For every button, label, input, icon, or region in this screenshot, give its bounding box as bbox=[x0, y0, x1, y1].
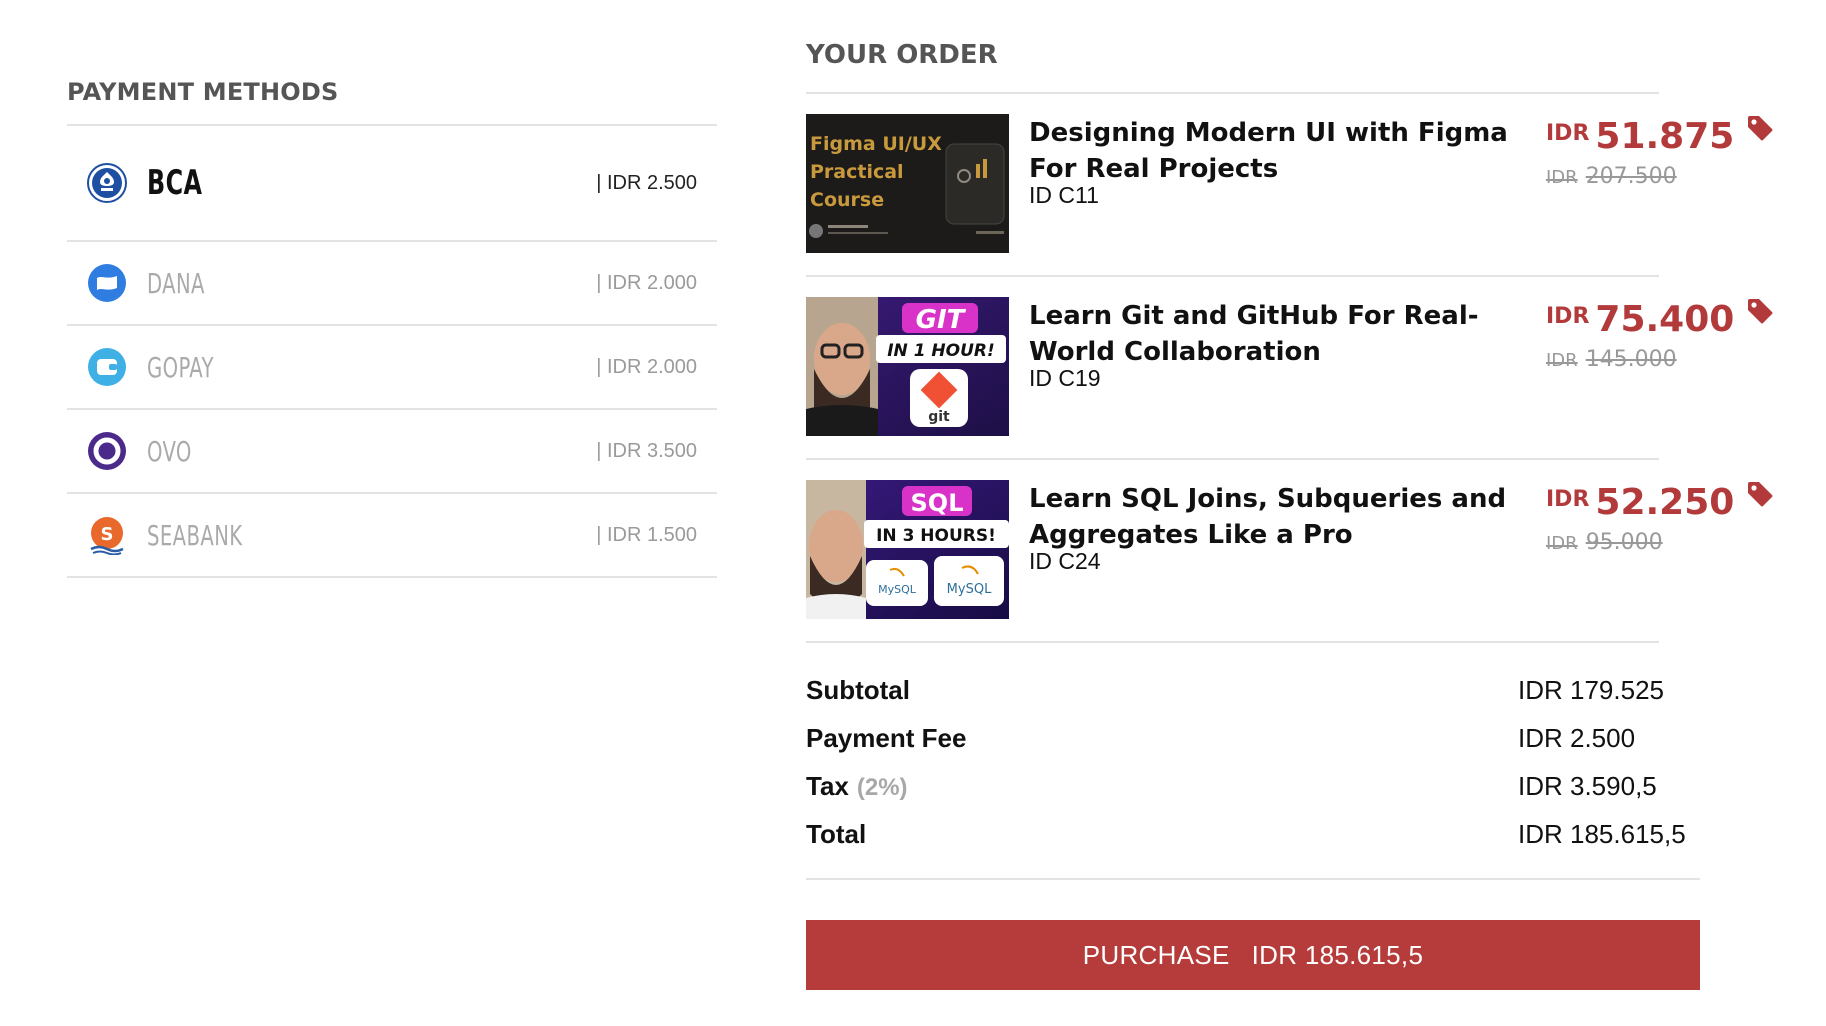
divider bbox=[806, 641, 1659, 643]
order-item: SQL IN 3 HOURS! MySQL MySQL Learn SQL Jo… bbox=[806, 460, 1773, 641]
payment-methods-list: BCA | IDR 2.500 DANA | IDR 2.000 GOPAY |… bbox=[67, 124, 717, 578]
price-currency: IDR bbox=[1546, 121, 1590, 146]
payment-method-fee: | IDR 2.000 bbox=[596, 355, 697, 378]
tax-label: Tax bbox=[806, 771, 849, 801]
order-title: YOUR ORDER bbox=[806, 40, 998, 70]
payment-methods-title: PAYMENT METHODS bbox=[67, 78, 339, 106]
course-thumbnail: SQL IN 3 HOURS! MySQL MySQL bbox=[806, 480, 1009, 619]
thumb-text: IN 3 HOURS! bbox=[876, 526, 996, 546]
course-title: Designing Modern UI with Figma For Real … bbox=[1029, 118, 1508, 184]
tax-value: IDR 3.590,5 bbox=[1518, 771, 1657, 801]
price-currency: IDR bbox=[1546, 304, 1590, 329]
payment-method-ovo[interactable]: OVO | IDR 3.500 bbox=[67, 410, 717, 494]
course-id: ID C19 bbox=[1029, 365, 1101, 391]
tax-label-group: Tax (2%) bbox=[806, 771, 908, 802]
thumb-text: GIT bbox=[916, 305, 967, 335]
price-currency: IDR bbox=[1546, 487, 1590, 512]
subtotal-label: Subtotal bbox=[806, 675, 910, 705]
course-title: Learn Git and GitHub For Real-World Coll… bbox=[1029, 301, 1479, 367]
course-id: ID C24 bbox=[1029, 548, 1101, 574]
summary-row-tax: Tax (2%) IDR 3.590,5 bbox=[806, 763, 1700, 811]
bca-logo-icon bbox=[87, 163, 127, 203]
payment-method-name: SEABANK bbox=[147, 518, 243, 552]
summary-row-total: Total IDR 185.615,5 bbox=[806, 811, 1700, 859]
payment-method-fee: | IDR 2.500 bbox=[596, 171, 697, 194]
course-thumbnail: Figma UI/UX Practical Course bbox=[806, 114, 1009, 253]
old-price-currency: IDR bbox=[1546, 350, 1578, 371]
payment-method-name: DANA bbox=[147, 266, 205, 300]
order-panel: YOUR ORDER Figma UI/UX Practical Course … bbox=[806, 40, 1773, 990]
svg-text:S: S bbox=[101, 524, 114, 545]
thumb-text: IN 1 HOUR! bbox=[887, 341, 995, 361]
course-original-price: IDR 145.000 bbox=[1546, 347, 1677, 372]
payment-method-gopay[interactable]: GOPAY | IDR 2.000 bbox=[67, 326, 717, 410]
course-original-price: IDR 95.000 bbox=[1546, 530, 1663, 555]
thumb-text: SQL bbox=[911, 489, 964, 517]
seabank-logo-icon: S bbox=[87, 515, 127, 555]
old-price-value: 145.000 bbox=[1585, 347, 1677, 372]
payment-method-bca[interactable]: BCA | IDR 2.500 bbox=[67, 126, 717, 242]
summary-row-payment-fee: Payment Fee IDR 2.500 bbox=[806, 715, 1700, 763]
total-label: Total bbox=[806, 819, 867, 849]
old-price-value: 207.500 bbox=[1585, 164, 1677, 189]
thumb-text: MySQL bbox=[878, 583, 917, 596]
payment-method-fee: | IDR 3.500 bbox=[596, 439, 697, 462]
purchase-label: PURCHASE bbox=[1082, 939, 1230, 970]
price-value: 51.875 bbox=[1595, 116, 1735, 157]
payment-method-name: GOPAY bbox=[147, 350, 214, 384]
payment-fee-label: Payment Fee bbox=[806, 723, 967, 753]
thumb-text: git bbox=[928, 409, 950, 425]
course-id: ID C11 bbox=[1029, 182, 1099, 208]
subtotal-value: IDR 179.525 bbox=[1518, 675, 1664, 705]
payment-method-fee: | IDR 1.500 bbox=[596, 523, 697, 546]
course-thumbnail: GIT IN 1 HOUR! git bbox=[806, 297, 1009, 436]
old-price-currency: IDR bbox=[1546, 533, 1578, 554]
payment-method-fee: | IDR 2.000 bbox=[596, 271, 697, 294]
tax-rate: (2%) bbox=[856, 774, 908, 801]
payment-fee-value: IDR 2.500 bbox=[1518, 723, 1636, 753]
thumb-text: MySQL bbox=[947, 582, 992, 597]
order-summary: Subtotal IDR 179.525 Payment Fee IDR 2.5… bbox=[806, 667, 1700, 859]
purchase-button[interactable]: PURCHASE IDR 185.615,5 bbox=[806, 920, 1700, 990]
order-item: Figma UI/UX Practical Course Designing M… bbox=[806, 94, 1773, 275]
payment-method-name: OVO bbox=[147, 434, 192, 468]
thumb-text: Course bbox=[810, 189, 884, 211]
price-tag-icon bbox=[1746, 297, 1774, 330]
payment-method-name: BCA bbox=[147, 163, 203, 203]
thumb-text: Figma UI/UX bbox=[810, 133, 942, 155]
old-price-currency: IDR bbox=[1546, 167, 1578, 188]
ovo-logo-icon bbox=[87, 431, 127, 471]
total-value: IDR 185.615,5 bbox=[1518, 819, 1686, 849]
old-price-value: 95.000 bbox=[1585, 530, 1663, 555]
divider bbox=[806, 878, 1700, 880]
summary-row-subtotal: Subtotal IDR 179.525 bbox=[806, 667, 1700, 715]
gopay-logo-icon bbox=[87, 347, 127, 387]
price-value: 75.400 bbox=[1595, 299, 1735, 340]
price-tag-icon bbox=[1746, 480, 1774, 513]
payment-methods-panel: PAYMENT METHODS BCA | IDR 2.500 DANA | I… bbox=[67, 78, 717, 578]
price-value: 52.250 bbox=[1595, 482, 1735, 523]
payment-method-dana[interactable]: DANA | IDR 2.000 bbox=[67, 242, 717, 326]
course-title: Learn SQL Joins, Subqueries and Aggregat… bbox=[1029, 484, 1507, 550]
course-original-price: IDR 207.500 bbox=[1546, 164, 1677, 189]
purchase-amount: IDR 185.615,5 bbox=[1251, 939, 1424, 970]
course-price: IDR 52.250 bbox=[1546, 480, 1774, 523]
course-price: IDR 51.875 bbox=[1546, 114, 1774, 157]
order-item: GIT IN 1 HOUR! git Learn Git and GitHub … bbox=[806, 277, 1773, 458]
course-price: IDR 75.400 bbox=[1546, 297, 1774, 340]
price-tag-icon bbox=[1746, 114, 1774, 147]
payment-method-seabank[interactable]: S SEABANK | IDR 1.500 bbox=[67, 494, 717, 578]
thumb-text: Practical bbox=[810, 161, 904, 183]
dana-logo-icon bbox=[87, 263, 127, 303]
